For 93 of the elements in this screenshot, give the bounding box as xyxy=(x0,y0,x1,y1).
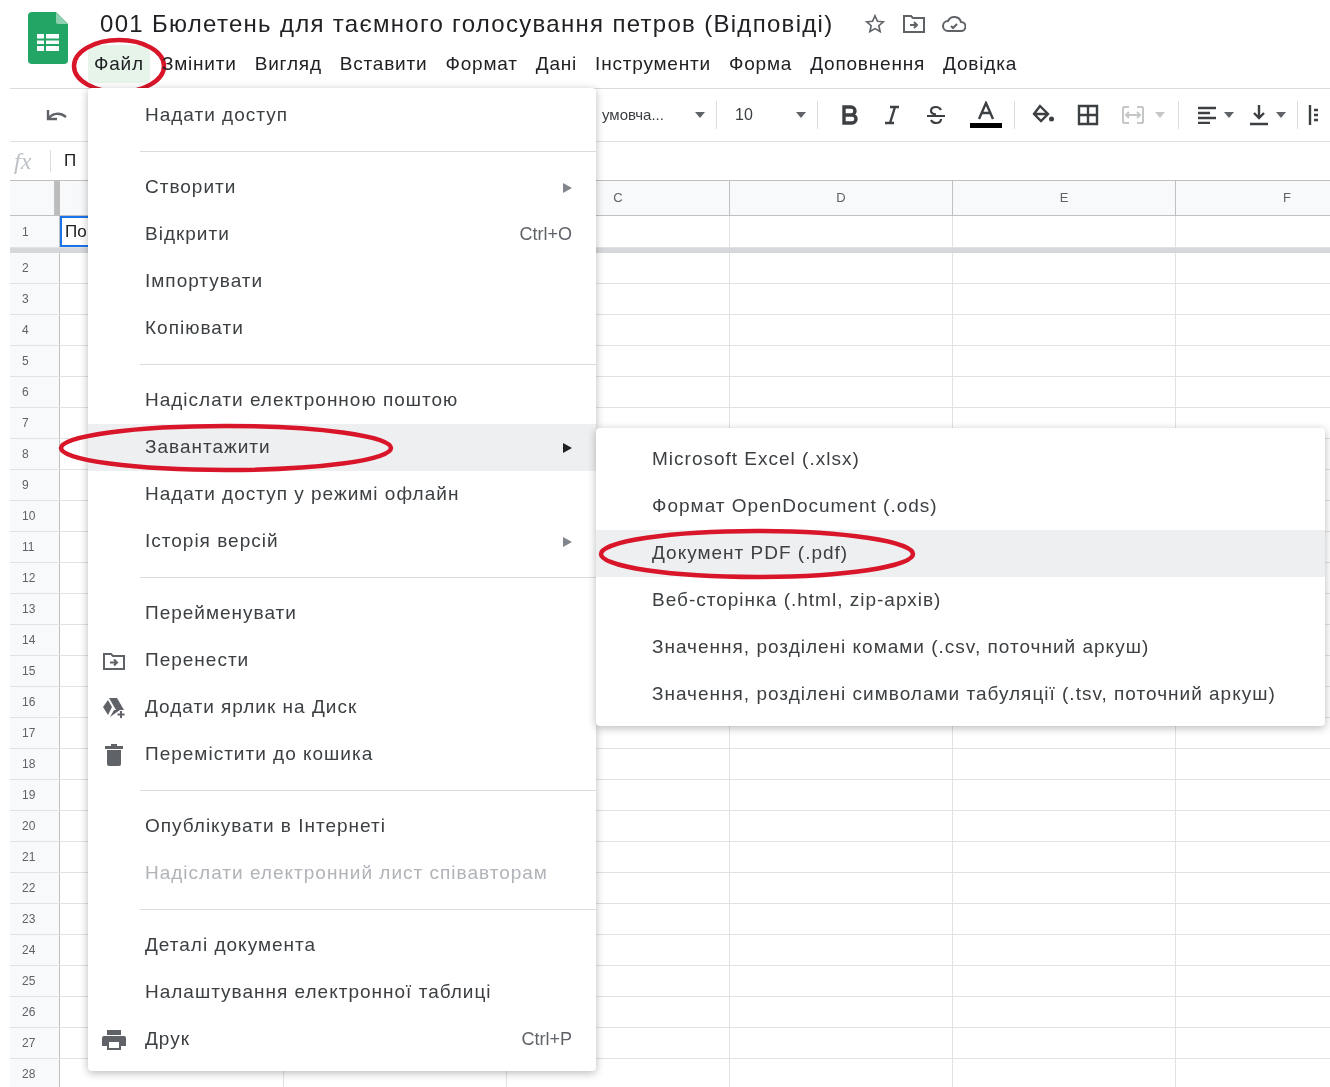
column-header[interactable]: F xyxy=(1283,188,1291,208)
font-size-field[interactable]: 10 xyxy=(727,103,795,127)
spreadsheet-logo-icon[interactable] xyxy=(28,12,68,64)
drive-shortcut-icon xyxy=(101,696,126,719)
trash-icon xyxy=(104,743,123,766)
menu-item[interactable]: Перенести xyxy=(88,637,596,684)
menu-item[interactable]: Значення, розділені комами (.csv, поточний аркуш) xyxy=(596,624,1325,671)
document-title[interactable]: 001 Бюлетень для таємного голосування петров (Відповіді) xyxy=(90,6,834,42)
italic-icon[interactable] xyxy=(884,105,900,125)
printer-icon xyxy=(101,1029,126,1050)
row-header[interactable]: 7 xyxy=(22,414,29,432)
menu-item[interactable]: Деталі документа xyxy=(88,922,596,969)
vertical-align-icon[interactable] xyxy=(1249,104,1269,126)
menu-item[interactable]: Надати доступ xyxy=(88,92,596,139)
align-left-icon[interactable] xyxy=(1197,106,1217,124)
submenu-arrow-icon xyxy=(563,536,572,547)
cloud-icon[interactable] xyxy=(941,15,966,33)
star-icon[interactable] xyxy=(863,13,886,35)
formula-icon: fx xyxy=(14,143,50,179)
row-header[interactable]: 6 xyxy=(22,383,29,401)
submenu-arrow-icon xyxy=(563,182,572,193)
row-header[interactable]: 25 xyxy=(22,972,36,990)
row-header[interactable]: 22 xyxy=(22,879,36,897)
caret-icon[interactable] xyxy=(795,111,807,119)
menu-item[interactable]: Довідка xyxy=(937,44,1024,84)
menu-item[interactable]: Друк Ctrl+P xyxy=(88,1016,596,1063)
caret-icon[interactable] xyxy=(694,111,706,119)
row-header[interactable]: 4 xyxy=(22,321,29,339)
row-header[interactable]: 24 xyxy=(22,941,36,959)
row-header[interactable]: 8 xyxy=(22,445,29,463)
menu-item[interactable]: Опублікувати в Інтернеті xyxy=(88,803,596,850)
menu-item[interactable]: Вигляд xyxy=(248,44,328,84)
menu-item[interactable]: Microsoft Excel (.xlsx) xyxy=(596,436,1325,483)
menu-item[interactable]: Доповнення xyxy=(804,44,932,84)
move-folder-icon[interactable] xyxy=(901,14,926,34)
row-header[interactable]: 17 xyxy=(22,724,36,742)
formula-input[interactable]: П xyxy=(51,148,77,174)
menu-item[interactable]: Форма xyxy=(722,44,799,84)
menu-item[interactable]: Історія версій xyxy=(88,518,596,565)
menu-item[interactable]: Надати доступ у режимі офлайн xyxy=(88,471,596,518)
caret-icon[interactable] xyxy=(1275,111,1287,119)
menu-item[interactable]: Вставити xyxy=(333,44,434,84)
menu-item[interactable]: Формат OpenDocument (.ods) xyxy=(596,483,1325,530)
row-header[interactable]: 14 xyxy=(22,631,36,649)
row-header[interactable]: 5 xyxy=(22,352,29,370)
row-header[interactable]: 9 xyxy=(22,476,29,494)
borders-icon[interactable] xyxy=(1077,104,1099,126)
menu-item[interactable]: Копіювати xyxy=(88,305,596,352)
menu-item[interactable]: Перейменувати xyxy=(88,590,596,637)
row-header[interactable]: 3 xyxy=(22,290,29,308)
menu-item[interactable]: Відкрити Ctrl+O xyxy=(88,211,596,258)
text-wrap-icon[interactable] xyxy=(1308,104,1318,126)
bold-icon[interactable] xyxy=(842,105,858,125)
menu-item[interactable]: Інструменти xyxy=(589,44,717,84)
row-header[interactable]: 18 xyxy=(22,755,36,773)
menu-item[interactable]: Файл xyxy=(88,44,150,84)
row-header[interactable]: 15 xyxy=(22,662,36,680)
menu-item[interactable]: Перемістити до кошика xyxy=(88,731,596,778)
row-header[interactable]: 12 xyxy=(22,569,36,587)
menu-item[interactable]: Документ PDF (.pdf) xyxy=(596,530,1325,577)
caret-icon[interactable] xyxy=(1223,111,1235,119)
menu-item[interactable]: Налаштування електронної таблиці xyxy=(88,969,596,1016)
undo-icon[interactable] xyxy=(45,108,69,122)
row-header[interactable]: 2 xyxy=(22,259,29,277)
row-header[interactable]: 16 xyxy=(22,693,36,711)
menu-item[interactable]: Створити xyxy=(88,164,596,211)
column-header[interactable]: E xyxy=(1059,188,1069,208)
menu-item[interactable]: Значення, розділені символами табуляції (.tsv, поточний аркуш) xyxy=(596,671,1325,718)
row-header[interactable]: 10 xyxy=(22,507,36,525)
menu-item[interactable]: Веб-сторінка (.html, zip-архів) xyxy=(596,577,1325,624)
column-header[interactable]: C xyxy=(613,188,623,208)
row-header[interactable]: 1 xyxy=(22,222,29,241)
row-header[interactable]: 11 xyxy=(22,538,35,556)
menu-item[interactable]: Додати ярлик на Диск xyxy=(88,684,596,731)
row-header[interactable]: 27 xyxy=(22,1034,36,1052)
merge-cells-icon[interactable] xyxy=(1121,105,1145,125)
font-dropdown[interactable]: умовча... xyxy=(598,103,694,127)
move-folder-icon xyxy=(102,651,125,670)
menu-item[interactable]: Імпортувати xyxy=(88,258,596,305)
menu-item[interactable]: Надіслати електронною поштою xyxy=(88,377,596,424)
menu-item[interactable]: Формат xyxy=(439,44,524,84)
column-header[interactable]: D xyxy=(836,188,846,208)
row-header[interactable]: 21 xyxy=(22,848,36,866)
row-header[interactable]: 28 xyxy=(22,1065,36,1083)
menu-item[interactable]: Дані xyxy=(529,44,584,84)
row-header[interactable]: 19 xyxy=(22,786,36,804)
row-header[interactable]: 26 xyxy=(22,1003,36,1021)
strikethrough-icon[interactable] xyxy=(926,105,946,125)
row-header[interactable]: 23 xyxy=(22,910,36,928)
row-header[interactable]: 20 xyxy=(22,817,36,835)
submenu-arrow-icon xyxy=(563,442,572,453)
text-color-icon[interactable] xyxy=(970,101,1002,129)
row-header[interactable]: 13 xyxy=(22,600,36,618)
